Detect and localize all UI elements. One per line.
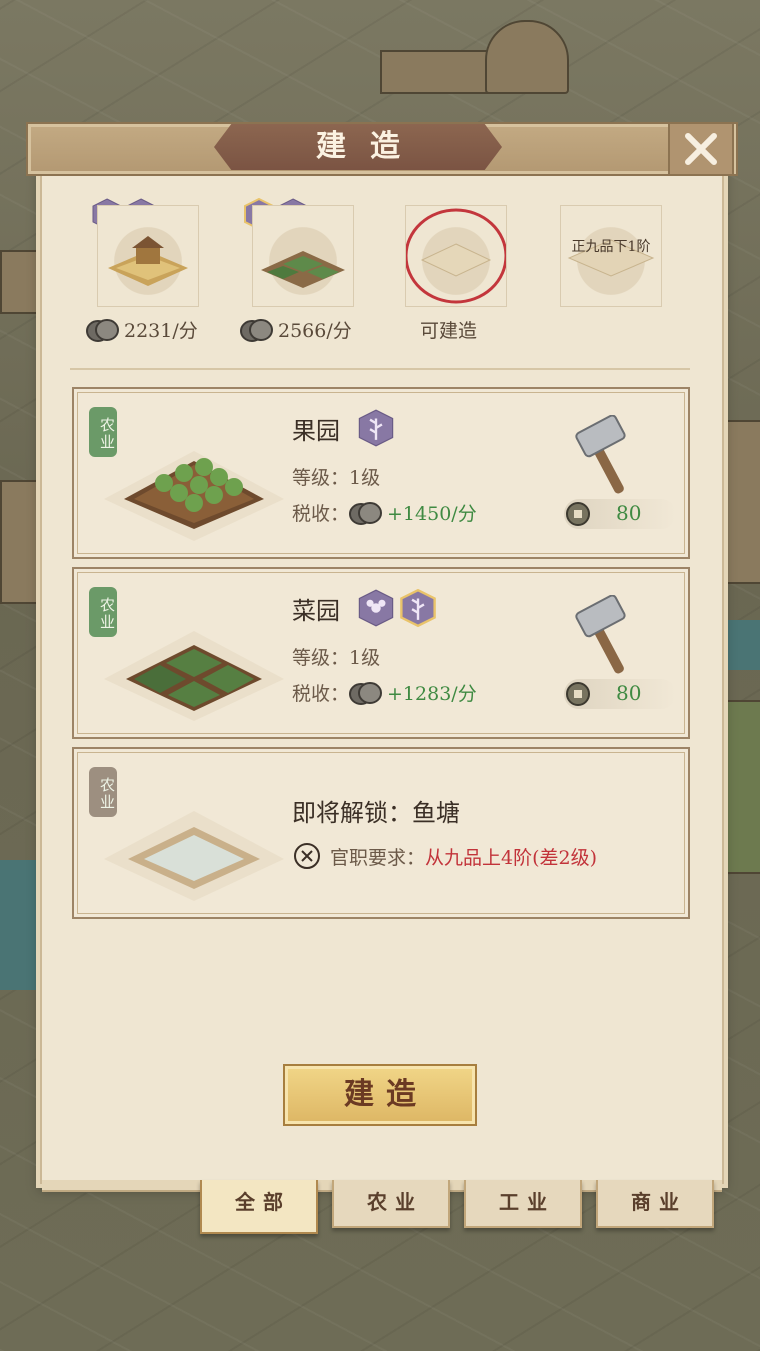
- orchard-icon: [104, 451, 284, 541]
- building-level: 等级：1级: [292, 643, 380, 670]
- dialog-title: 建造: [316, 129, 424, 164]
- vegetable-garden-icon: [104, 631, 284, 721]
- summary-income-label: 2566/分: [278, 320, 352, 342]
- farmstead-icon: [108, 236, 188, 286]
- copper-coin-icon: [86, 318, 119, 342]
- summary-income-label: 2231/分: [124, 320, 198, 342]
- summary-income-2: 2566/分: [240, 316, 352, 343]
- summary-income-1: 2231/分: [86, 316, 198, 343]
- build-cost: 80: [564, 679, 676, 709]
- building-tax: 税收： +1450/分: [292, 499, 477, 526]
- vegetable-tile: [252, 205, 354, 307]
- tab-commerce[interactable]: 商业: [596, 1180, 714, 1228]
- building-tax: 税收： +1283/分: [292, 679, 477, 706]
- build-button[interactable]: 建造: [283, 1064, 477, 1126]
- canal-water: [724, 620, 760, 670]
- close-button[interactable]: [668, 122, 734, 176]
- fruit-badge-icon: [358, 409, 394, 447]
- canal-water: [0, 860, 40, 990]
- tab-all[interactable]: 全部: [200, 1180, 318, 1234]
- tab-industry[interactable]: 工业: [464, 1180, 582, 1228]
- building-card-vegetable-garden[interactable]: 农业 菜园 等级：1级 税收： +1283/分 80: [72, 567, 690, 739]
- coin-icon: [566, 682, 590, 706]
- tax-value: +1450/分: [387, 503, 477, 525]
- summary-slot-empty[interactable]: [404, 205, 508, 307]
- wheat-badge-icon: [400, 589, 436, 627]
- vegetable-plot-icon: [261, 251, 345, 288]
- background-field: [724, 700, 760, 874]
- close-x-icon: [685, 133, 717, 165]
- summary-slot-locked[interactable]: 正九品下1阶: [560, 205, 662, 307]
- cost-value: 80: [616, 681, 642, 705]
- buildable-label: 可建造: [420, 320, 478, 342]
- rank-requirement: 官职要求： 从九品上4阶(差2级): [292, 841, 597, 871]
- background-roof: [0, 480, 40, 604]
- locked-plot-tile: 正九品下1阶: [560, 205, 662, 307]
- background-roof: [0, 250, 44, 314]
- level-text: 等级：1级: [292, 467, 381, 489]
- level-text: 等级：1级: [292, 647, 381, 669]
- background-roof: [724, 420, 760, 584]
- summary-slot-vegetable[interactable]: [252, 205, 354, 307]
- tax-label: 税收：: [292, 683, 350, 705]
- tax-label: 税收：: [292, 503, 350, 525]
- coin-icon: [566, 502, 590, 526]
- summary-slot-farmstead[interactable]: [97, 205, 199, 307]
- build-cost: 80: [564, 499, 676, 529]
- fish-pond-icon: [104, 811, 284, 901]
- divider: [70, 368, 690, 370]
- tax-value: +1283/分: [387, 683, 477, 705]
- cost-value: 80: [616, 501, 642, 525]
- unlock-title: 即将解锁：鱼塘: [292, 799, 460, 827]
- summary-buildable: 可建造: [420, 316, 477, 343]
- herb-badge-icon: [358, 589, 394, 627]
- copper-coin-icon: [349, 681, 383, 705]
- building-level: 等级：1级: [292, 463, 380, 490]
- requirement-value: 从九品上4阶(差2级): [425, 846, 598, 869]
- empty-plot-icon: [404, 208, 508, 304]
- cross-circle-icon: [294, 843, 320, 869]
- requirement-label: 官职要求：: [330, 846, 426, 869]
- rank-requirement-label: 正九品下1阶: [571, 239, 651, 255]
- building-card-orchard[interactable]: 农业 果园 等级：1级 税收： +1450/分 80: [72, 387, 690, 559]
- copper-coin-icon: [240, 318, 273, 342]
- hammer-icon: [575, 595, 626, 674]
- building-name: 果园: [292, 417, 340, 445]
- hammer-icon: [575, 415, 626, 494]
- copper-coin-icon: [349, 501, 383, 525]
- tab-agriculture[interactable]: 农业: [332, 1180, 450, 1228]
- locked-plot-icon: [567, 239, 655, 277]
- farmstead-tile: [97, 205, 199, 307]
- background-roof: [380, 50, 494, 94]
- background-pavilion: [485, 20, 569, 94]
- building-card-fish-pond-locked[interactable]: 农业 即将解锁：鱼塘 官职要求： 从九品上4阶(差2级): [72, 747, 690, 919]
- empty-plot-tile: [404, 205, 508, 307]
- building-name: 菜园: [292, 597, 340, 625]
